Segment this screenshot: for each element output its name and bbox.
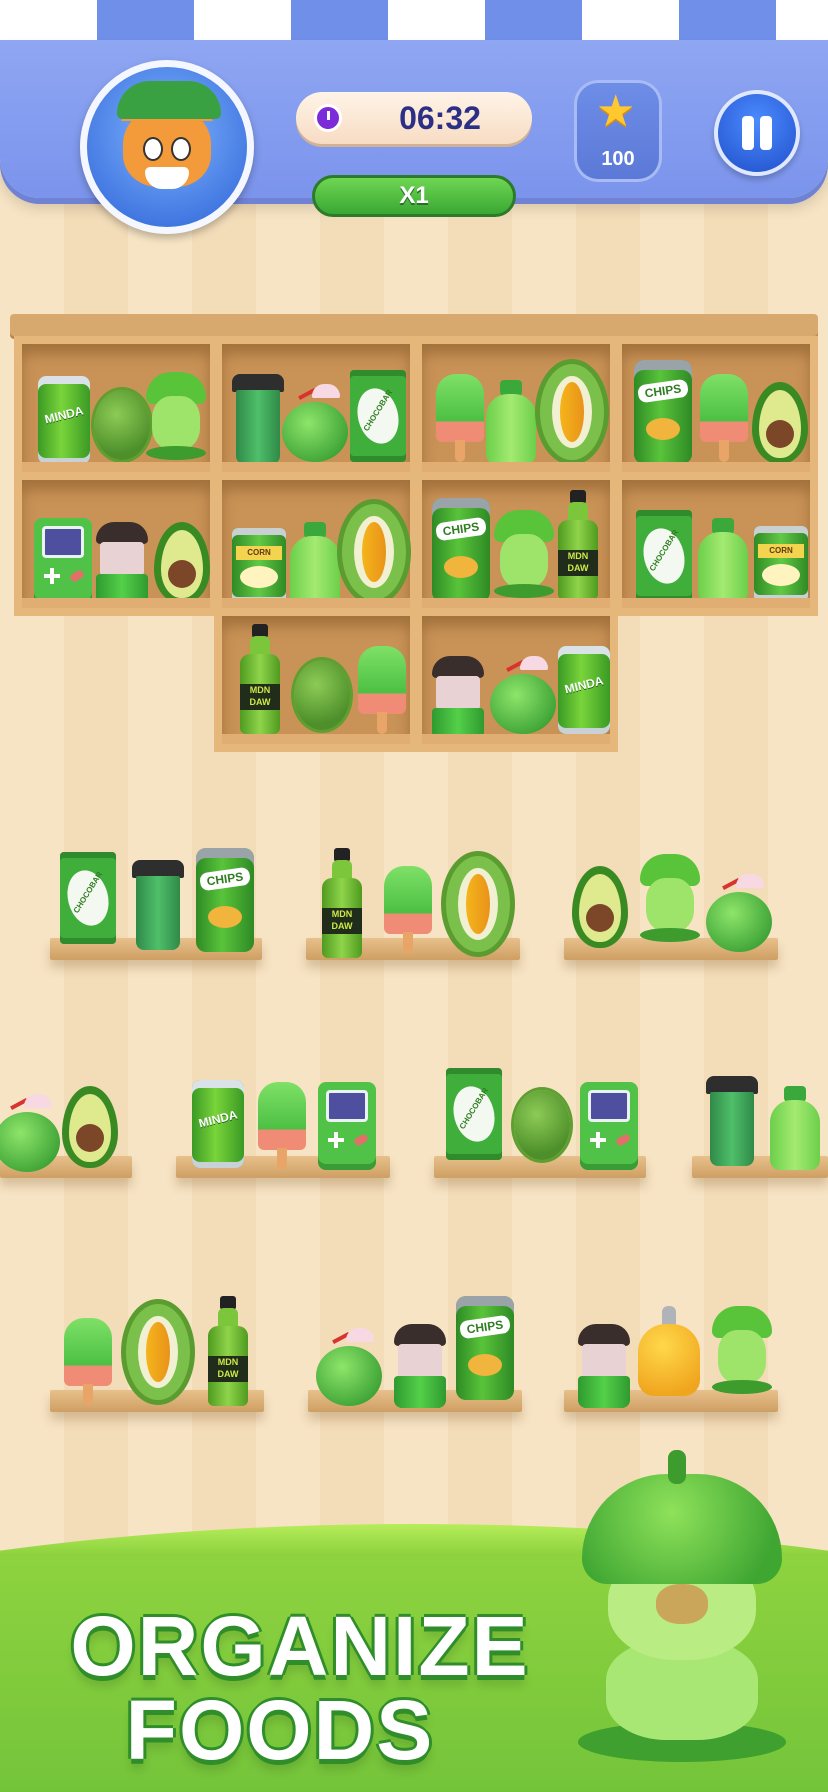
cabinet-cell[interactable]: CHIPS	[614, 336, 818, 480]
soda-bottle[interactable]: MDN DAW	[558, 490, 598, 600]
clock-icon	[314, 104, 342, 132]
cat-cap	[117, 81, 221, 119]
cabinet-top	[10, 314, 818, 336]
cabinet-cell[interactable]	[414, 336, 618, 480]
pause-icon-bar	[760, 116, 772, 150]
game-console[interactable]	[580, 1082, 638, 1170]
honey-jar[interactable]	[638, 1306, 700, 1396]
capybara-toy[interactable]	[640, 854, 700, 944]
corn-label: CORN	[758, 544, 804, 558]
timer-value: 06:32	[399, 100, 481, 136]
coffee-cup[interactable]	[706, 1076, 758, 1166]
cabinet-cell[interactable]: CHOCOBAR CORN	[614, 472, 818, 616]
chocobar[interactable]: CHOCOBAR	[446, 1068, 502, 1160]
durian-whole[interactable]	[94, 390, 150, 460]
pause-button[interactable]	[714, 90, 800, 176]
star-counter[interactable]: ★ 100	[574, 80, 662, 182]
durian-half[interactable]	[342, 504, 406, 600]
soda-label: MINDA	[43, 403, 85, 427]
player-avatar[interactable]	[80, 60, 254, 234]
blender[interactable]	[430, 656, 486, 740]
popsicle[interactable]	[258, 1082, 306, 1172]
yogurt-bottle[interactable]	[698, 518, 748, 602]
pause-icon	[742, 116, 754, 150]
cabinet-cell[interactable]	[14, 472, 218, 616]
chips-can[interactable]: CHIPS	[196, 848, 254, 952]
soda-can[interactable]: MINDA	[558, 646, 610, 734]
bottle-label: MDN DAW	[208, 1356, 248, 1382]
corn-can[interactable]: CORN	[754, 526, 808, 602]
corn-label: CORN	[236, 546, 282, 560]
yogurt-bottle[interactable]	[290, 522, 340, 606]
cabinet-cell[interactable]: CHOCOBAR	[214, 336, 418, 480]
durian-whole[interactable]	[514, 1090, 570, 1160]
star-count: 100	[601, 148, 635, 170]
avocado[interactable]	[572, 866, 628, 948]
game-console[interactable]	[318, 1082, 376, 1170]
capybara-mascot	[572, 1450, 792, 1770]
soda-bottle[interactable]: MDN DAW	[240, 624, 280, 734]
popsicle[interactable]	[64, 1318, 112, 1408]
bottle-label: MDN DAW	[558, 550, 598, 576]
chips-can[interactable]: CHIPS	[432, 498, 490, 602]
chocobar[interactable]: CHOCOBAR	[636, 510, 692, 602]
combo-multiplier: X1	[312, 175, 516, 217]
banner-title-line-1: ORGANIZE	[70, 1599, 530, 1693]
chocobar[interactable]: CHOCOBAR	[350, 370, 406, 462]
durian-whole[interactable]	[294, 660, 350, 730]
game-console[interactable]	[34, 518, 92, 606]
cabinet-cell[interactable]: CHIPS MDN DAW	[414, 472, 618, 616]
coconut-drink[interactable]	[490, 656, 556, 734]
capybara-toy[interactable]	[146, 372, 206, 462]
soda-bottle[interactable]: MDN DAW	[208, 1296, 248, 1406]
cabinet-cell[interactable]: MINDA	[14, 336, 218, 480]
durian-half[interactable]	[126, 1304, 190, 1400]
yogurt-bottle[interactable]	[770, 1086, 820, 1170]
coconut-drink[interactable]	[706, 874, 772, 952]
cabinet-cell[interactable]: MINDA	[414, 608, 618, 752]
bottle-label: MDN DAW	[322, 908, 362, 934]
capybara-toy[interactable]	[712, 1306, 772, 1396]
coffee-cup[interactable]	[132, 860, 184, 950]
soda-label: MINDA	[197, 1107, 239, 1131]
yogurt-bottle[interactable]	[486, 380, 536, 464]
soda-can[interactable]: MINDA	[38, 376, 90, 464]
soda-label: MINDA	[563, 673, 605, 697]
banner-title-line-2: FOODS	[125, 1683, 435, 1777]
blender[interactable]	[392, 1324, 448, 1408]
chips-label: CHIPS	[198, 866, 252, 892]
cat-eye-left	[143, 137, 163, 161]
level-timer: 06:32	[296, 92, 532, 144]
durian-half[interactable]	[446, 856, 510, 952]
star-icon: ★	[596, 86, 636, 137]
coconut-drink[interactable]	[282, 384, 348, 462]
capybara-toy[interactable]	[494, 510, 554, 600]
avocado[interactable]	[752, 382, 808, 464]
popsicle[interactable]	[358, 646, 406, 736]
cabinet-cell[interactable]: MDN DAW	[214, 608, 418, 752]
popsicle[interactable]	[436, 374, 484, 464]
chips-label: CHIPS	[636, 378, 690, 404]
chips-can[interactable]: CHIPS	[456, 1296, 514, 1400]
blender[interactable]	[94, 522, 150, 606]
coconut-drink[interactable]	[316, 1328, 382, 1406]
chips-label: CHIPS	[434, 516, 488, 542]
chips-can[interactable]: CHIPS	[634, 360, 692, 464]
soda-bottle[interactable]: MDN DAW	[322, 848, 362, 958]
corn-can[interactable]: CORN	[232, 528, 286, 604]
popsicle[interactable]	[700, 374, 748, 464]
soda-can[interactable]: MINDA	[192, 1080, 244, 1168]
blender[interactable]	[576, 1324, 632, 1408]
chips-label: CHIPS	[458, 1314, 512, 1340]
coffee-cup[interactable]	[232, 374, 284, 464]
avocado[interactable]	[62, 1086, 118, 1168]
popsicle[interactable]	[384, 866, 432, 956]
cat-eye-right	[171, 137, 191, 161]
bottle-label: MDN DAW	[240, 684, 280, 710]
cabinet-cell[interactable]: CORN	[214, 472, 418, 616]
chocobar[interactable]: CHOCOBAR	[60, 852, 116, 944]
avocado[interactable]	[154, 522, 210, 604]
durian-half[interactable]	[540, 364, 604, 460]
